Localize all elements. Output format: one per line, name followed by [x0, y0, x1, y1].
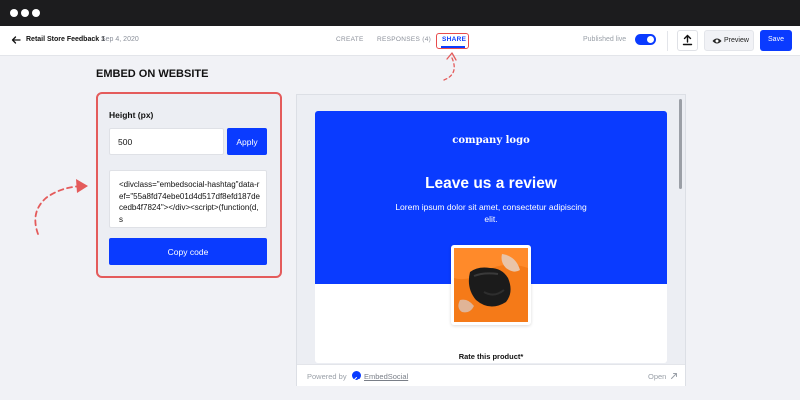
product-photo-icon — [454, 248, 528, 322]
tab-responses[interactable]: RESPONSES (4) — [377, 36, 431, 43]
form-date: Sep 4, 2020 — [101, 36, 139, 43]
embed-code-textarea[interactable]: <divclass="embedsocial-hashtag"data-ref=… — [109, 170, 267, 228]
preview-footer: Powered by EmbedSocial Open — [297, 364, 685, 386]
widget-description: Lorem ipsum dolor sit amet, consectetur … — [395, 202, 587, 224]
embed-settings-card: Height (px) Apply <divclass="embedsocial… — [96, 92, 282, 278]
preview-button[interactable]: Preview — [704, 30, 754, 51]
divider — [667, 31, 668, 51]
share-tab-highlight — [436, 33, 469, 49]
company-logo: company logo — [452, 135, 530, 146]
rate-product-label: Rate this product* — [458, 352, 524, 361]
annotation-arrow-icon — [443, 52, 457, 81]
copy-code-label: Copy code — [167, 247, 209, 257]
scrollbar-thumb[interactable] — [679, 99, 682, 189]
upload-icon — [682, 34, 693, 46]
top-bar: Retail Store Feedback 1 Sep 4, 2020 CREA… — [0, 26, 800, 56]
widget-title: Leave us a review — [425, 175, 557, 192]
save-button[interactable]: Save — [760, 30, 792, 51]
copy-code-button[interactable]: Copy code — [109, 238, 267, 265]
window-dot-icon[interactable] — [21, 9, 29, 17]
apply-label: Apply — [236, 137, 258, 147]
preview-label: Preview — [724, 37, 749, 44]
tab-create[interactable]: CREATE — [336, 36, 364, 43]
eye-icon — [712, 38, 722, 44]
embed-code: <divclass="embedsocial-hashtag"data-ref=… — [119, 180, 260, 224]
embedsocial-link[interactable]: EmbedSocial — [364, 372, 408, 381]
back-arrow-icon[interactable] — [10, 34, 22, 46]
page-title: EMBED ON WEBSITE — [96, 68, 209, 80]
powered-by-text: Powered by — [307, 372, 347, 381]
open-link[interactable]: Open — [648, 372, 666, 381]
window-dot-icon[interactable] — [10, 9, 18, 17]
height-input[interactable] — [109, 128, 224, 155]
window-dot-icon[interactable] — [32, 9, 40, 17]
window-titlebar — [0, 0, 800, 26]
save-label: Save — [768, 36, 784, 43]
height-label: Height (px) — [109, 110, 154, 120]
form-title: Retail Store Feedback 1 — [26, 36, 105, 43]
published-toggle[interactable] — [635, 34, 656, 45]
upload-button[interactable] — [677, 30, 698, 51]
embed-preview-frame: company logo Leave us a review Lorem ips… — [296, 94, 686, 386]
annotation-arrow-icon — [34, 179, 88, 235]
apply-button[interactable]: Apply — [227, 128, 267, 155]
product-image — [451, 245, 531, 325]
external-link-icon[interactable] — [670, 372, 678, 380]
form-widget: company logo Leave us a review Lorem ips… — [315, 111, 667, 363]
published-label: Published live — [583, 36, 627, 43]
toggle-knob — [647, 36, 654, 43]
embedsocial-logo-icon — [352, 371, 361, 382]
